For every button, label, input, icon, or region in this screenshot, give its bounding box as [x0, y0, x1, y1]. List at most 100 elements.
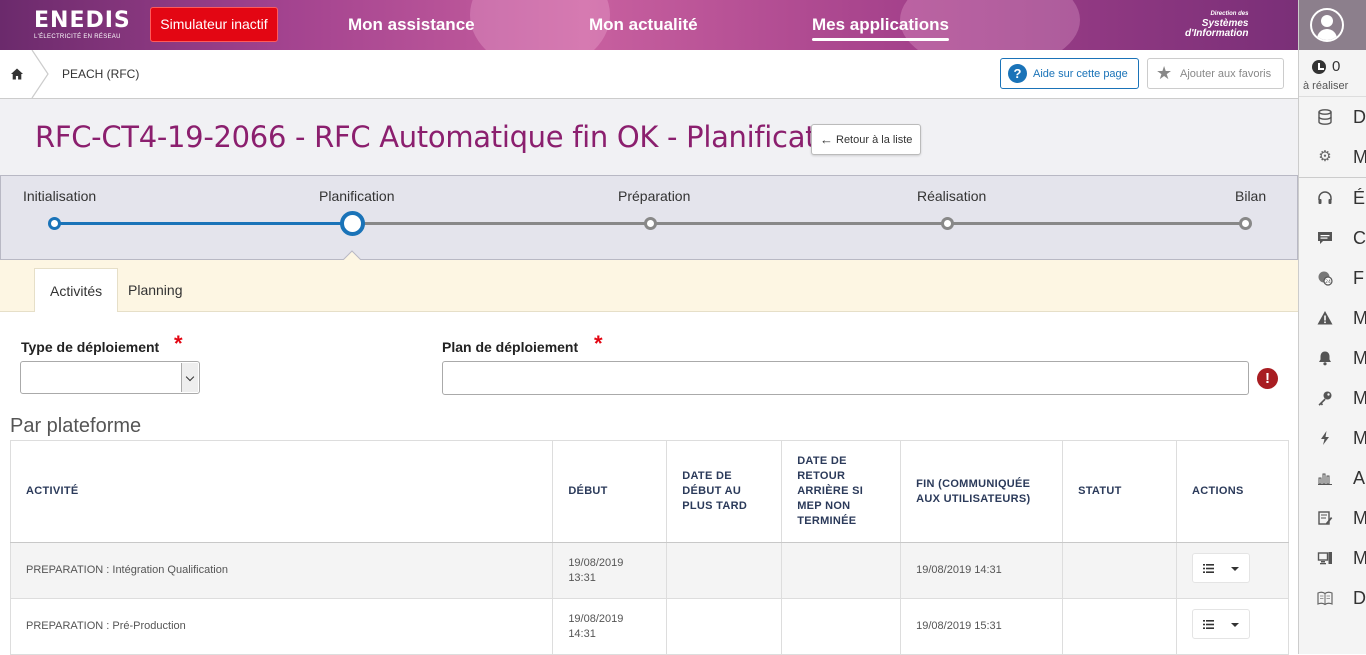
cell-date-retour — [781, 542, 902, 599]
list-icon — [1203, 564, 1215, 573]
sidebar-item-access[interactable]: M — [1299, 378, 1366, 418]
right-sidebar: 0 à réaliser D ⚙ M É C 24 F M M M M — [1298, 0, 1366, 654]
deploy-type-select[interactable] — [20, 361, 200, 394]
simulator-button[interactable]: Simulateur inactif — [150, 7, 278, 42]
logo-tagline: L'ÉLECTRICITÉ EN RÉSEAU — [34, 34, 121, 40]
cell-date-plus-tard — [666, 542, 783, 599]
sidebar-item-assistance[interactable]: É — [1299, 178, 1366, 218]
sidebar-item-docs[interactable]: D — [1299, 578, 1366, 618]
column-header-date-retour[interactable]: DATE DE RETOUR ARRIÈRE SI MEP NON TERMIN… — [781, 440, 902, 543]
tab-activites[interactable]: Activités — [34, 268, 119, 312]
activities-table: ACTIVITÉ DÉBUT DATE DE DÉBUT AU PLUS TAR… — [9, 440, 1289, 655]
workstation-icon — [1317, 552, 1332, 565]
sidebar-item-label: D — [1353, 107, 1366, 127]
help-button[interactable]: ? Aide sur cette page — [1000, 58, 1139, 89]
sidebar-item-label: É — [1353, 188, 1366, 208]
nav-mes-applications[interactable]: Mes applications — [812, 15, 949, 41]
sidebar-item-label: D — [1353, 588, 1366, 608]
cell-debut-time: 13:31 — [568, 571, 596, 584]
deploy-plan-label: Plan de déploiement * — [442, 331, 603, 356]
key-icon — [1318, 391, 1332, 406]
chat-icon — [1318, 232, 1332, 244]
cell-date-retour — [781, 598, 902, 655]
step-dot-initialisation[interactable] — [48, 217, 61, 230]
edit-form-icon — [1318, 511, 1333, 525]
cell-statut — [1062, 542, 1178, 599]
tab-planning[interactable]: Planning — [113, 268, 198, 312]
sidebar-item-settings[interactable]: ⚙ M — [1299, 137, 1366, 177]
step-remaining-line — [361, 222, 1247, 225]
column-header-actions: ACTIONS — [1176, 440, 1289, 543]
enedis-logo[interactable]: ENEDIS L'ÉLECTRICITÉ EN RÉSEAU — [34, 8, 131, 41]
sidebar-item-workstation[interactable]: M — [1299, 538, 1366, 578]
column-header-statut[interactable]: STATUT — [1062, 440, 1178, 543]
step-dot-planification[interactable] — [340, 211, 365, 236]
sidebar-item-chat[interactable]: C — [1299, 218, 1366, 258]
sidebar-item-label: F — [1353, 268, 1364, 288]
breadcrumb-current[interactable]: PEACH (RFC) — [62, 67, 139, 81]
row-actions-button[interactable] — [1192, 609, 1251, 639]
sidebar-item-label: M — [1353, 308, 1366, 329]
sidebar-item-notifications[interactable]: M — [1299, 338, 1366, 378]
sidebar-item-quick[interactable]: M — [1299, 418, 1366, 458]
column-header-debut[interactable]: DÉBUT — [552, 440, 668, 543]
cell-activite: PREPARATION : Intégration Qualification — [9, 542, 554, 599]
back-button-label: Retour à la liste — [836, 134, 913, 146]
nav-mon-actualite[interactable]: Mon actualité — [589, 15, 698, 35]
sidebar-item-forms[interactable]: M — [1299, 498, 1366, 538]
step-dot-realisation[interactable] — [941, 217, 954, 230]
column-header-fin[interactable]: FIN (COMMUNIQUÉE AUX UTILISATEURS) — [900, 440, 1064, 543]
column-header-date-plus-tard[interactable]: DATE DE DÉBUT AU PLUS TARD — [666, 440, 783, 543]
bell-icon — [1319, 351, 1331, 366]
sidebar-item-label: M — [1353, 508, 1366, 529]
arrow-left-icon: ← — [820, 132, 833, 147]
avatar[interactable] — [1310, 8, 1344, 42]
cell-statut — [1062, 598, 1178, 655]
deploy-type-label: Type de déploiement * — [21, 331, 183, 356]
table-header-row: ACTIVITÉ DÉBUT DATE DE DÉBUT AU PLUS TAR… — [9, 440, 1289, 543]
clock-icon — [1312, 60, 1326, 74]
cell-debut: 19/08/2019 14:31 — [552, 598, 668, 655]
caret-down-icon — [1231, 567, 1240, 571]
required-marker: * — [594, 331, 603, 356]
todo-label: à réaliser — [1303, 80, 1349, 92]
todo-counter[interactable]: 0 à réaliser — [1299, 50, 1366, 97]
logo-text: ENEDIS — [34, 8, 131, 33]
caret-down-icon — [1231, 623, 1240, 627]
back-to-list-button[interactable]: ← Retour à la liste — [811, 124, 921, 155]
step-label-planification: Planification — [319, 188, 395, 204]
sidebar-item-support[interactable]: 24 F — [1299, 258, 1366, 298]
database-icon — [1318, 109, 1332, 125]
tabs-bar: Activités Planning — [0, 260, 1298, 312]
todo-count: 0 — [1332, 58, 1341, 75]
chevron-down-icon[interactable] — [181, 363, 198, 392]
cell-actions — [1176, 598, 1289, 655]
step-label-preparation: Préparation — [618, 188, 691, 204]
step-label-bilan: Bilan — [1235, 188, 1267, 204]
cell-fin: 19/08/2019 14:31 — [900, 542, 1064, 599]
deploy-plan-label-text: Plan de déploiement — [442, 339, 579, 355]
dsi-line: d'Information — [1185, 28, 1249, 39]
sidebar-item-analytics[interactable]: A — [1299, 458, 1366, 498]
cell-fin: 19/08/2019 15:31 — [900, 598, 1064, 655]
warning-icon — [1317, 311, 1333, 325]
nav-mon-assistance[interactable]: Mon assistance — [348, 15, 475, 35]
column-header-activite[interactable]: ACTIVITÉ — [9, 440, 554, 543]
sidebar-item-alerts[interactable]: M — [1299, 298, 1366, 338]
sidebar-item-label: C — [1353, 228, 1366, 248]
deploy-plan-input[interactable] — [442, 361, 1249, 395]
sidebar-group: D ⚙ M — [1299, 97, 1366, 178]
section-title: Par plateforme — [10, 415, 142, 437]
add-favorite-button[interactable]: ★ Ajouter aux favoris — [1147, 58, 1284, 89]
cell-date-plus-tard — [666, 598, 783, 655]
favorite-button-label: Ajouter aux favoris — [1180, 68, 1272, 80]
cell-actions — [1176, 542, 1289, 599]
step-dot-bilan[interactable] — [1239, 217, 1252, 230]
cell-debut: 19/08/2019 13:31 — [552, 542, 668, 599]
support-24-icon: 24 — [1318, 271, 1333, 286]
user-area — [1299, 0, 1366, 50]
row-actions-button[interactable] — [1192, 553, 1251, 583]
step-dot-preparation[interactable] — [644, 217, 657, 230]
home-icon[interactable] — [11, 68, 23, 80]
sidebar-item-database[interactable]: D — [1299, 97, 1366, 137]
